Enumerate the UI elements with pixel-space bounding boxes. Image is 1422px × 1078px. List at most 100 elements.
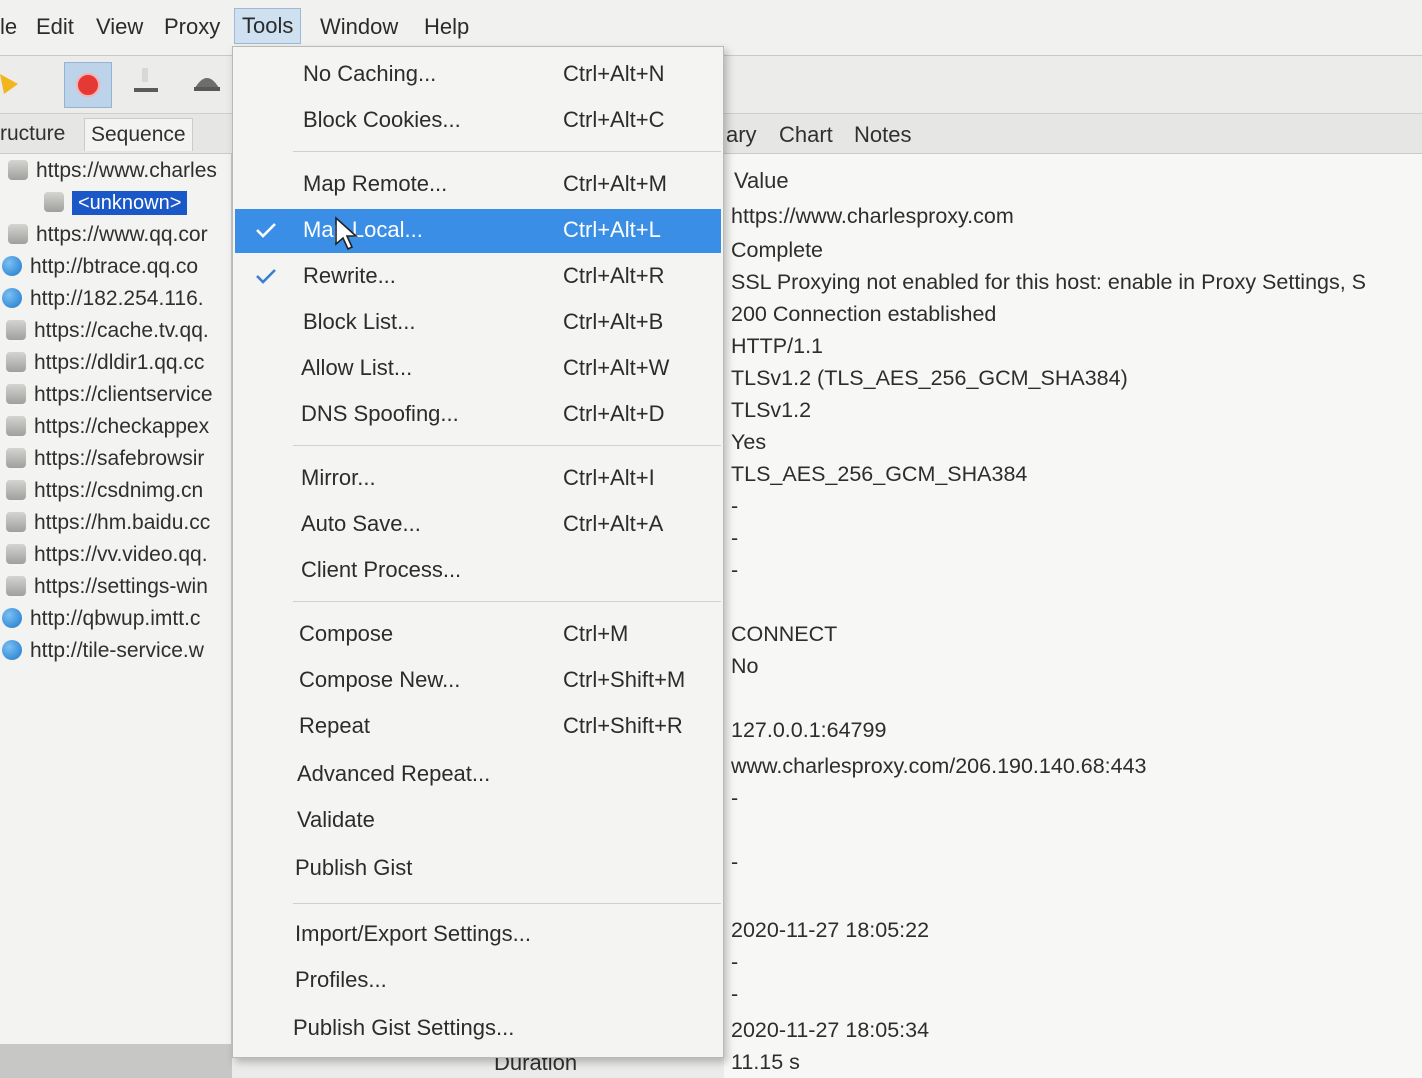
menu-item-validate[interactable]: Validate	[235, 799, 721, 843]
menu-item-shortcut: Ctrl+Alt+N	[563, 61, 665, 86]
menu-item-shortcut: Ctrl+Shift+R	[563, 713, 683, 738]
value-cell: -	[731, 950, 739, 974]
menu-edit[interactable]: Edit	[30, 12, 80, 42]
menu-item-repeat[interactable]: Repeat Ctrl+Shift+R	[235, 705, 721, 749]
menu-item-dns-spoofing[interactable]: DNS Spoofing... Ctrl+Alt+D	[235, 393, 721, 437]
horizontal-scrollbar[interactable]	[0, 1044, 232, 1078]
menu-item-no-caching[interactable]: No Caching... Ctrl+Alt+N	[235, 53, 721, 97]
tree-row[interactable]: http://tile-service.w	[2, 639, 230, 671]
value-cell: -	[731, 558, 739, 582]
menu-item-map-local[interactable]: Map Local... Ctrl+Alt+L	[235, 209, 721, 253]
globe-icon	[2, 256, 22, 276]
value-cell: SSL Proxying not enabled for this host: …	[731, 270, 1367, 294]
menu-view[interactable]: View	[90, 12, 149, 42]
menu-window[interactable]: Window	[314, 12, 404, 42]
tree-row[interactable]: https://vv.video.qq.	[6, 543, 230, 575]
menu-tools[interactable]: Tools	[234, 8, 302, 44]
menu-item-publish-gist-settings[interactable]: Publish Gist Settings...	[235, 1007, 721, 1051]
tree-row[interactable]: http://qbwup.imtt.c	[2, 607, 230, 639]
tab-chart[interactable]: Chart	[779, 122, 833, 148]
menu-item-allow-list[interactable]: Allow List... Ctrl+Alt+W	[235, 347, 721, 391]
menu-item-rewrite[interactable]: Rewrite... Ctrl+Alt+R	[235, 255, 721, 299]
tab-structure[interactable]: ructure	[0, 122, 65, 146]
menu-item-label: Block List...	[303, 309, 416, 334]
value-cell: https://www.charlesproxy.com	[731, 204, 1014, 228]
tree-row-label: https://safebrowsir	[34, 447, 205, 470]
menu-item-auto-save[interactable]: Auto Save... Ctrl+Alt+A	[235, 503, 721, 547]
value-cell: 11.15 s	[731, 1050, 800, 1074]
menu-item-label: Validate	[297, 807, 375, 832]
menu-separator	[293, 601, 721, 602]
tree-row[interactable]: https://clientservice	[6, 383, 230, 415]
menu-item-label: Map Local...	[303, 217, 423, 242]
menu-item-compose-new[interactable]: Compose New... Ctrl+Shift+M	[235, 659, 721, 703]
tree-row[interactable]: https://hm.baidu.cc	[6, 511, 230, 543]
pen-icon[interactable]	[0, 70, 22, 96]
tree-row[interactable]: http://182.254.116.	[2, 287, 230, 319]
menu-item-compose[interactable]: Compose Ctrl+M	[235, 613, 721, 657]
tree-row[interactable]: https://csdnimg.cn	[6, 479, 230, 511]
tab-summary[interactable]: ary	[726, 122, 757, 148]
lock-icon	[6, 544, 26, 564]
menu-item-shortcut: Ctrl+Alt+W	[563, 355, 670, 380]
menu-item-label: Publish Gist	[295, 855, 413, 880]
menu-item-import-export-settings[interactable]: Import/Export Settings...	[235, 913, 721, 957]
tree-row-label: http://tile-service.w	[30, 639, 204, 662]
tree-row[interactable]: https://www.qq.cor	[8, 223, 230, 255]
tree-row-label: https://dldir1.qq.cc	[34, 351, 205, 374]
globe-icon	[2, 288, 22, 308]
menu-item-label: Compose New...	[299, 667, 461, 692]
tree-row[interactable]: https://cache.tv.qq.	[6, 319, 230, 351]
record-icon	[76, 73, 100, 97]
menu-separator	[293, 903, 721, 904]
mouse-cursor-icon	[335, 216, 359, 251]
menu-item-label: Mirror...	[301, 465, 376, 490]
value-cell: www.charlesproxy.com/206.190.140.68:443	[731, 754, 1147, 778]
value-cell: TLSv1.2 (TLS_AES_256_GCM_SHA384)	[731, 366, 1128, 390]
record-button[interactable]	[64, 62, 112, 108]
lock-icon	[8, 160, 28, 180]
menu-proxy[interactable]: Proxy	[158, 12, 226, 42]
tree-row-label: <unknown>	[72, 191, 188, 215]
tab-notes[interactable]: Notes	[854, 122, 911, 148]
value-cell: 2020-11-27 18:05:22	[731, 918, 930, 942]
menu-item-shortcut: Ctrl+Alt+A	[563, 511, 664, 536]
throttle-icon[interactable]	[134, 66, 158, 96]
turtle-icon[interactable]	[192, 68, 222, 94]
menu-separator	[293, 445, 721, 446]
menu-item-shortcut: Ctrl+Shift+M	[563, 667, 686, 692]
tree-row-label: https://clientservice	[34, 383, 213, 406]
tree-row[interactable]: https://checkappex	[6, 415, 230, 447]
menu-item-label: Compose	[299, 621, 394, 646]
menu-item-advanced-repeat[interactable]: Advanced Repeat...	[235, 753, 721, 797]
menu-file[interactable]: le	[0, 12, 23, 42]
globe-icon	[2, 640, 22, 660]
tree-row[interactable]: http://btrace.qq.co	[2, 255, 230, 287]
menu-item-mirror[interactable]: Mirror... Ctrl+Alt+I	[235, 457, 721, 501]
tree-row[interactable]: <unknown>	[44, 191, 230, 223]
tree-row[interactable]: https://safebrowsir	[6, 447, 230, 479]
lock-icon	[6, 416, 26, 436]
menu-item-publish-gist[interactable]: Publish Gist	[235, 847, 721, 891]
tab-sequence[interactable]: Sequence	[84, 118, 193, 151]
value-cell: CONNECT	[731, 622, 838, 646]
menu-item-label: Publish Gist Settings...	[293, 1015, 515, 1040]
value-cell: -	[731, 982, 739, 1006]
tree-row[interactable]: https://settings-win	[6, 575, 230, 607]
tree-row-label: https://vv.video.qq.	[34, 543, 208, 566]
menu-item-map-remote[interactable]: Map Remote... Ctrl+Alt+M	[235, 163, 721, 207]
tree-row-label: https://www.charles	[36, 159, 217, 182]
menu-item-label: Allow List...	[301, 355, 413, 380]
right-tab-bar: ary Chart Notes	[724, 114, 1422, 154]
menu-item-block-list[interactable]: Block List... Ctrl+Alt+B	[235, 301, 721, 345]
menu-item-client-process[interactable]: Client Process...	[235, 549, 721, 593]
tree-row[interactable]: https://www.charles	[8, 159, 230, 191]
menu-help[interactable]: Help	[418, 12, 475, 42]
menu-item-profiles[interactable]: Profiles...	[235, 959, 721, 1003]
value-cell: -	[731, 494, 739, 518]
menu-item-block-cookies[interactable]: Block Cookies... Ctrl+Alt+C	[235, 99, 721, 143]
lock-icon	[8, 224, 28, 244]
tree-row[interactable]: https://dldir1.qq.cc	[6, 351, 230, 383]
detail-panel: ary Chart Notes Value https://www.charle…	[724, 114, 1422, 1078]
menu-item-shortcut: Ctrl+Alt+L	[563, 217, 661, 242]
